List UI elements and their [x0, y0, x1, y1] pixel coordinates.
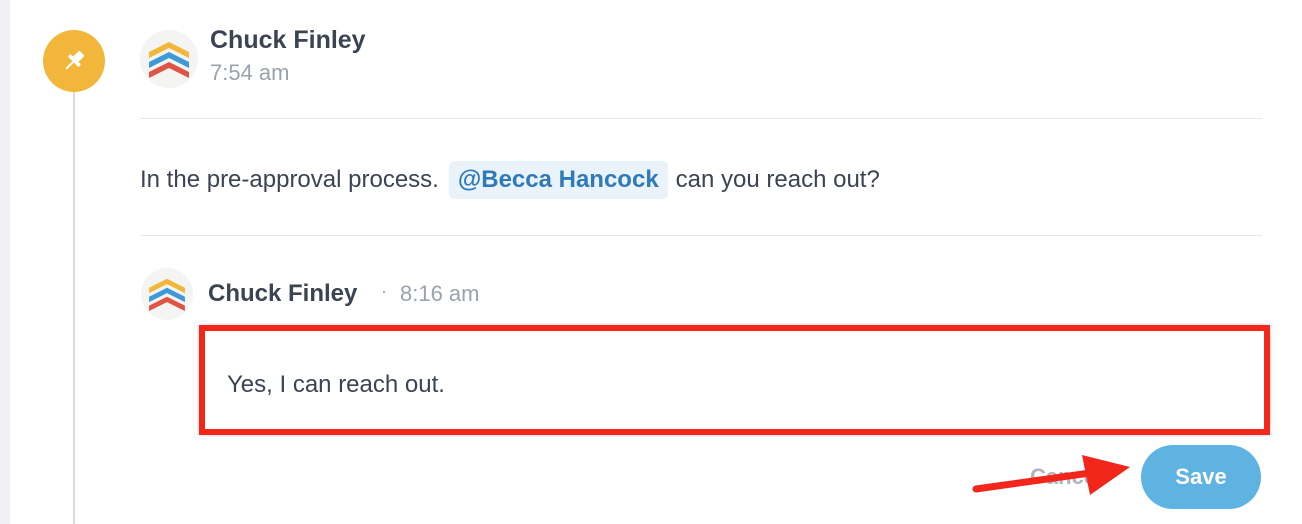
message-text-before: In the pre-approval process. [140, 166, 439, 193]
post-message: In the pre-approval process. @Becca Hanc… [140, 160, 880, 200]
reply-separator: · [381, 281, 387, 301]
mention-tag[interactable]: @Becca Hancock [448, 161, 668, 199]
save-button[interactable]: Save [1141, 445, 1261, 509]
message-text-after: can you reach out? [675, 166, 880, 193]
reply-timestamp: 8:16 am [400, 281, 480, 306]
divider [140, 118, 1262, 119]
post-author-name[interactable]: Chuck Finley [210, 26, 366, 55]
reply-edit-field[interactable]: Yes, I can reach out. [199, 325, 1270, 435]
left-panel-edge [0, 0, 10, 524]
annotation-arrow-icon [972, 455, 1130, 495]
timeline-line [73, 80, 75, 524]
divider [140, 235, 1262, 236]
reply-author-avatar[interactable] [141, 268, 193, 320]
reply-author-name[interactable]: Chuck Finley [208, 280, 357, 308]
pin-icon [43, 30, 105, 92]
author-avatar[interactable] [140, 30, 198, 88]
post-timestamp: 7:54 am [210, 60, 290, 85]
